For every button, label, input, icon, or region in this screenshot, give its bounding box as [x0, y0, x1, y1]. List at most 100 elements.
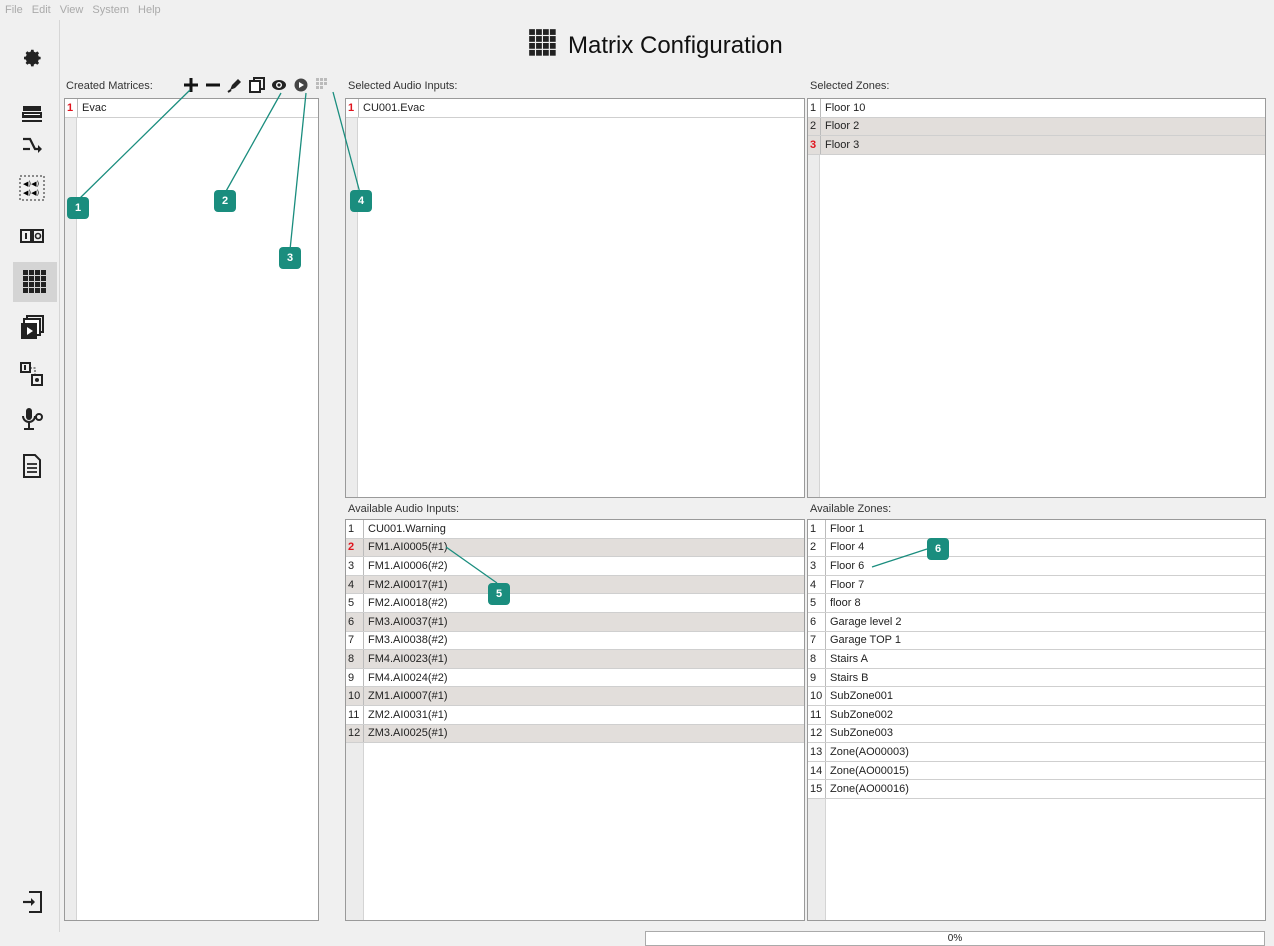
list-item[interactable]: 1 Floor 10 [808, 99, 1265, 118]
list-item[interactable]: 2 Floor 2 [808, 117, 1265, 137]
row-label: Stairs B [830, 671, 869, 684]
row-label: ZM3.AI0025(#1) [368, 727, 448, 740]
row-index: 11 [346, 705, 364, 724]
call-station-icon[interactable] [10, 400, 54, 440]
list-item[interactable]: 9 Stairs B [808, 668, 1265, 688]
selected-audio-inputs-label: Selected Audio Inputs: [348, 80, 458, 92]
list-item[interactable]: 7 Garage TOP 1 [808, 631, 1265, 651]
io-icon[interactable] [10, 216, 54, 256]
created-matrices-label: Created Matrices: [66, 80, 153, 92]
routing-arrow-icon[interactable] [10, 124, 54, 164]
list-item[interactable]: 14 Zone(AO00015) [808, 761, 1265, 781]
available-audio-inputs-list[interactable]: 1 CU001.Warning 2 FM1.AI0005(#1) 3 FM1.AI0006… [345, 519, 805, 921]
row-index: 7 [808, 631, 826, 650]
row-label: CU001.Warning [368, 522, 446, 535]
list-item[interactable]: 5 floor 8 [808, 594, 1265, 613]
list-item[interactable]: 2 Floor 4 [808, 538, 1265, 558]
row-index: 6 [346, 612, 364, 631]
row-label: SubZone003 [830, 727, 893, 740]
list-item[interactable]: 13 Zone(AO00003) [808, 743, 1265, 762]
list-item[interactable]: 15 Zone(AO00016) [808, 780, 1265, 799]
list-item[interactable]: 6 FM3.AI0037(#1) [346, 612, 804, 632]
message-playback-icon[interactable] [10, 308, 54, 348]
list-gutter [808, 99, 820, 497]
row-index: 14 [808, 761, 826, 780]
row-label: Zone(AO00003) [830, 745, 909, 758]
list-item[interactable]: 8 Stairs A [808, 650, 1265, 669]
list-item[interactable]: 2 FM1.AI0005(#1) [346, 538, 804, 558]
callout-6: 6 [927, 538, 949, 560]
list-item[interactable]: 7 FM3.AI0038(#2) [346, 631, 804, 651]
list-item[interactable]: 1 CU001.Warning [346, 520, 804, 539]
row-label: floor 8 [830, 597, 861, 610]
callout-2: 2 [214, 190, 236, 212]
menu-help[interactable]: Help [138, 4, 161, 16]
settings-gear-icon[interactable] [10, 38, 54, 78]
speaker-group-icon[interactable]: ◀)◀) ◀)◀) [10, 168, 54, 208]
row-label: FM3.AI0037(#1) [368, 615, 448, 628]
list-item[interactable]: 1 CU001.Evac [346, 99, 804, 118]
navigation-rail: ◀)◀) ◀)◀) [0, 20, 60, 932]
page-title-text: Matrix Configuration [568, 32, 783, 59]
list-item[interactable]: 5 FM2.AI0018(#2) [346, 594, 804, 613]
list-item[interactable]: 1 Evac [65, 99, 318, 118]
row-index: 1 [346, 99, 359, 117]
copy-matrix-button[interactable] [248, 76, 265, 94]
list-item[interactable]: 3 FM1.AI0006(#2) [346, 557, 804, 576]
list-item[interactable]: 4 Floor 7 [808, 575, 1265, 595]
list-item[interactable]: 10 SubZone001 [808, 687, 1265, 706]
document-icon[interactable] [10, 446, 54, 486]
io-link-icon[interactable] [10, 354, 54, 394]
selected-zones-label: Selected Zones: [810, 80, 890, 92]
row-label: ZM2.AI0031(#1) [368, 708, 448, 721]
add-matrix-button[interactable] [182, 76, 199, 94]
list-item[interactable]: 12 SubZone003 [808, 724, 1265, 744]
row-index: 1 [808, 520, 826, 538]
matrix-overview-button[interactable] [314, 76, 331, 94]
selected-zones-list[interactable]: 1 Floor 10 2 Floor 2 3 Floor 3 [807, 98, 1266, 498]
list-item[interactable]: 11 SubZone002 [808, 705, 1265, 725]
menu-edit[interactable]: Edit [32, 4, 51, 16]
matrix-title-icon [528, 28, 558, 65]
play-matrix-button[interactable] [292, 76, 309, 94]
remove-matrix-button[interactable] [204, 76, 221, 94]
available-audio-inputs-label: Available Audio Inputs: [348, 503, 460, 515]
available-zones-list[interactable]: 1 Floor 1 2 Floor 4 3 Floor 6 4 Floor 7 5 floor 8… [807, 519, 1266, 921]
list-item[interactable]: 4 FM2.AI0017(#1) [346, 575, 804, 595]
logout-icon[interactable] [10, 882, 54, 922]
callout-1: 1 [67, 197, 89, 219]
list-item[interactable]: 10 ZM1.AI0007(#1) [346, 687, 804, 706]
list-item[interactable]: 6 Garage level 2 [808, 612, 1265, 632]
row-index: 3 [346, 557, 364, 575]
row-index: 2 [346, 538, 364, 557]
row-label: Floor 10 [825, 101, 866, 114]
list-item[interactable]: 8 FM4.AI0023(#1) [346, 650, 804, 669]
list-item[interactable]: 12 ZM3.AI0025(#1) [346, 724, 804, 744]
row-index: 12 [808, 724, 826, 743]
row-index: 3 [808, 557, 826, 575]
edit-matrix-button[interactable] [226, 76, 243, 94]
row-index: 6 [808, 612, 826, 631]
created-matrices-list[interactable]: 1 Evac [64, 98, 319, 921]
row-label: Floor 6 [830, 559, 865, 572]
view-matrix-button[interactable] [270, 76, 287, 94]
list-item[interactable]: 9 FM4.AI0024(#2) [346, 668, 804, 688]
matrix-grid-icon[interactable] [13, 262, 57, 302]
row-label: Floor 4 [830, 541, 865, 554]
row-index: 15 [808, 780, 826, 798]
row-label: FM2.AI0017(#1) [368, 578, 448, 591]
list-item[interactable]: 3 Floor 6 [808, 557, 1265, 576]
menu-view[interactable]: View [60, 4, 84, 16]
list-item[interactable]: 11 ZM2.AI0031(#1) [346, 705, 804, 725]
row-index: 9 [808, 668, 826, 687]
page-title: Matrix Configuration [528, 28, 783, 64]
menu-system[interactable]: System [92, 4, 129, 16]
selected-audio-inputs-list[interactable]: 1 CU001.Evac [345, 98, 805, 498]
list-item[interactable]: 1 Floor 1 [808, 520, 1265, 539]
menu-file[interactable]: File [5, 4, 23, 16]
row-label: Garage TOP 1 [830, 634, 901, 647]
row-index: 5 [808, 594, 826, 612]
list-item[interactable]: 3 Floor 3 [808, 136, 1265, 155]
callout-3: 3 [279, 247, 301, 269]
row-index: 4 [808, 575, 826, 594]
